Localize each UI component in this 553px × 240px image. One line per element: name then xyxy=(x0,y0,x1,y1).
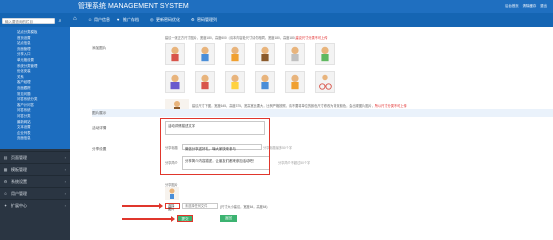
sidebar-sub-item[interactable]: 常见问题 xyxy=(17,92,69,97)
sidebar-cat-4[interactable]: ☺ 用户管理 › xyxy=(0,187,70,199)
sidebar-sub-item[interactable]: 站点分类模板 xyxy=(17,30,69,35)
top-nav xyxy=(0,13,553,27)
upload-hint: (尺寸大小建议，宽度64，高度64) xyxy=(220,205,268,209)
back-button[interactable]: 返回 xyxy=(220,215,237,222)
header-tray: 后台首页 清除缓存 退出 xyxy=(505,2,547,10)
sidebar-sub-item[interactable]: 问答分类 xyxy=(17,114,69,119)
content-label: 活动详情 xyxy=(92,126,107,130)
sidebar-cat-3[interactable]: ⚙ 系统设置 › xyxy=(0,175,70,187)
upload-filename: 未选择任何文件 xyxy=(182,203,218,209)
image-thumb[interactable] xyxy=(225,71,245,93)
sidebar-sub-item[interactable]: 客户经理 xyxy=(17,80,69,85)
sidebar-sub-item[interactable]: 最新网站 xyxy=(17,120,69,125)
image-thumb[interactable] xyxy=(315,71,335,93)
search-input[interactable] xyxy=(3,20,54,24)
image-thumb[interactable] xyxy=(315,43,335,65)
tray-home-link[interactable]: 后台首页 xyxy=(505,2,519,10)
image-thumb[interactable] xyxy=(165,71,185,93)
image-thumb[interactable] xyxy=(255,71,275,93)
nav-item-manage[interactable]: ⚙ 密码管理列 xyxy=(191,17,217,23)
image-hint-top: 建议一张正方尺寸图片，宽度180，高度600（请本内容处尺寸请勿相同，宽度180… xyxy=(165,36,328,40)
sidebar-cat-2[interactable]: ▦ 模板管理 › xyxy=(0,163,70,175)
annotation-arrow xyxy=(122,216,175,222)
nav-item-user-info[interactable]: ☺ 用户信息 xyxy=(88,17,110,23)
sidebar-sub-item[interactable]: 页面跟踪 xyxy=(17,86,69,91)
nav-item-password[interactable]: ◎ 更新密码优化 xyxy=(150,17,180,23)
image-thumb[interactable] xyxy=(225,43,245,65)
home-icon[interactable]: ⌂ xyxy=(73,16,80,23)
image-thumb[interactable] xyxy=(165,43,185,65)
sidebar-sub-item[interactable]: 问答系统 xyxy=(17,108,69,113)
user-icon: ☺ xyxy=(88,17,93,22)
logo-area xyxy=(0,0,70,13)
image-thumb[interactable] xyxy=(285,43,305,65)
sidebar-sub-item[interactable]: 系统分类管理 xyxy=(17,64,69,69)
image-label: 添加图片 xyxy=(92,46,107,50)
globe-icon: ◎ xyxy=(150,17,154,22)
upload-button[interactable]: 选择图片 xyxy=(165,203,180,211)
image-hint-bottom: 建议尺寸下图，宽度645，高度375，宽高宽比要大，比例严格按照，请不要将单位的… xyxy=(192,104,407,108)
sidebar-sub-item[interactable]: 页面信息 xyxy=(17,136,69,141)
search-box xyxy=(2,18,55,24)
app-title: 管理系统 MANAGEMENT SYSTEM xyxy=(78,3,189,10)
search-icon[interactable]: ⌕ xyxy=(57,18,63,24)
sidebar-sub-item[interactable]: 单元格设置 xyxy=(17,58,69,63)
share-label: 分享设置 xyxy=(92,147,107,151)
sidebar-sub-item[interactable]: 分享入口 xyxy=(17,52,69,57)
sidebar-sub-item[interactable]: 优化安装 xyxy=(17,69,69,74)
sidebar-sub-item[interactable]: 文本设置 xyxy=(17,125,69,130)
sidebar-sub-item[interactable]: 站点信息 xyxy=(17,41,69,46)
cog-icon: ⚙ xyxy=(191,17,195,22)
nav-item-promotion[interactable]: ♥ 推广存档 xyxy=(117,17,139,23)
sidebar-sub-item[interactable]: 首页设置 xyxy=(17,36,69,41)
tray-logout-link[interactable]: 退出 xyxy=(540,2,547,10)
highlight-frame xyxy=(160,118,270,175)
image-thumb[interactable] xyxy=(255,43,275,65)
submit-button[interactable]: 提交 xyxy=(177,215,193,222)
sidebar-cat-5[interactable]: ✦ 扩展中心 › xyxy=(0,199,70,211)
section-row xyxy=(92,109,553,117)
chevron-right-icon: › xyxy=(64,203,66,208)
share-desc-hint: 分享简介不超过50个字 xyxy=(278,161,311,165)
plugin-icon: ✦ xyxy=(3,203,8,208)
image-thumb[interactable] xyxy=(195,43,215,65)
heart-icon: ♥ xyxy=(117,17,120,22)
share-img-preview xyxy=(165,187,179,200)
tray-clear-cache-link[interactable]: 清除缓存 xyxy=(523,2,537,10)
sidebar-cat-1[interactable]: ▤ 页面管理 › xyxy=(0,151,70,163)
image-thumb-row-2 xyxy=(165,71,485,97)
section-title: 图片展示 xyxy=(92,111,107,115)
image-thumb[interactable] xyxy=(195,71,215,93)
sidebar-sub-item[interactable]: 问答系统分类 xyxy=(17,97,69,102)
image-thumb[interactable] xyxy=(285,71,305,93)
image-thumb-row-1 xyxy=(165,43,485,69)
annotation-arrow xyxy=(122,203,163,209)
